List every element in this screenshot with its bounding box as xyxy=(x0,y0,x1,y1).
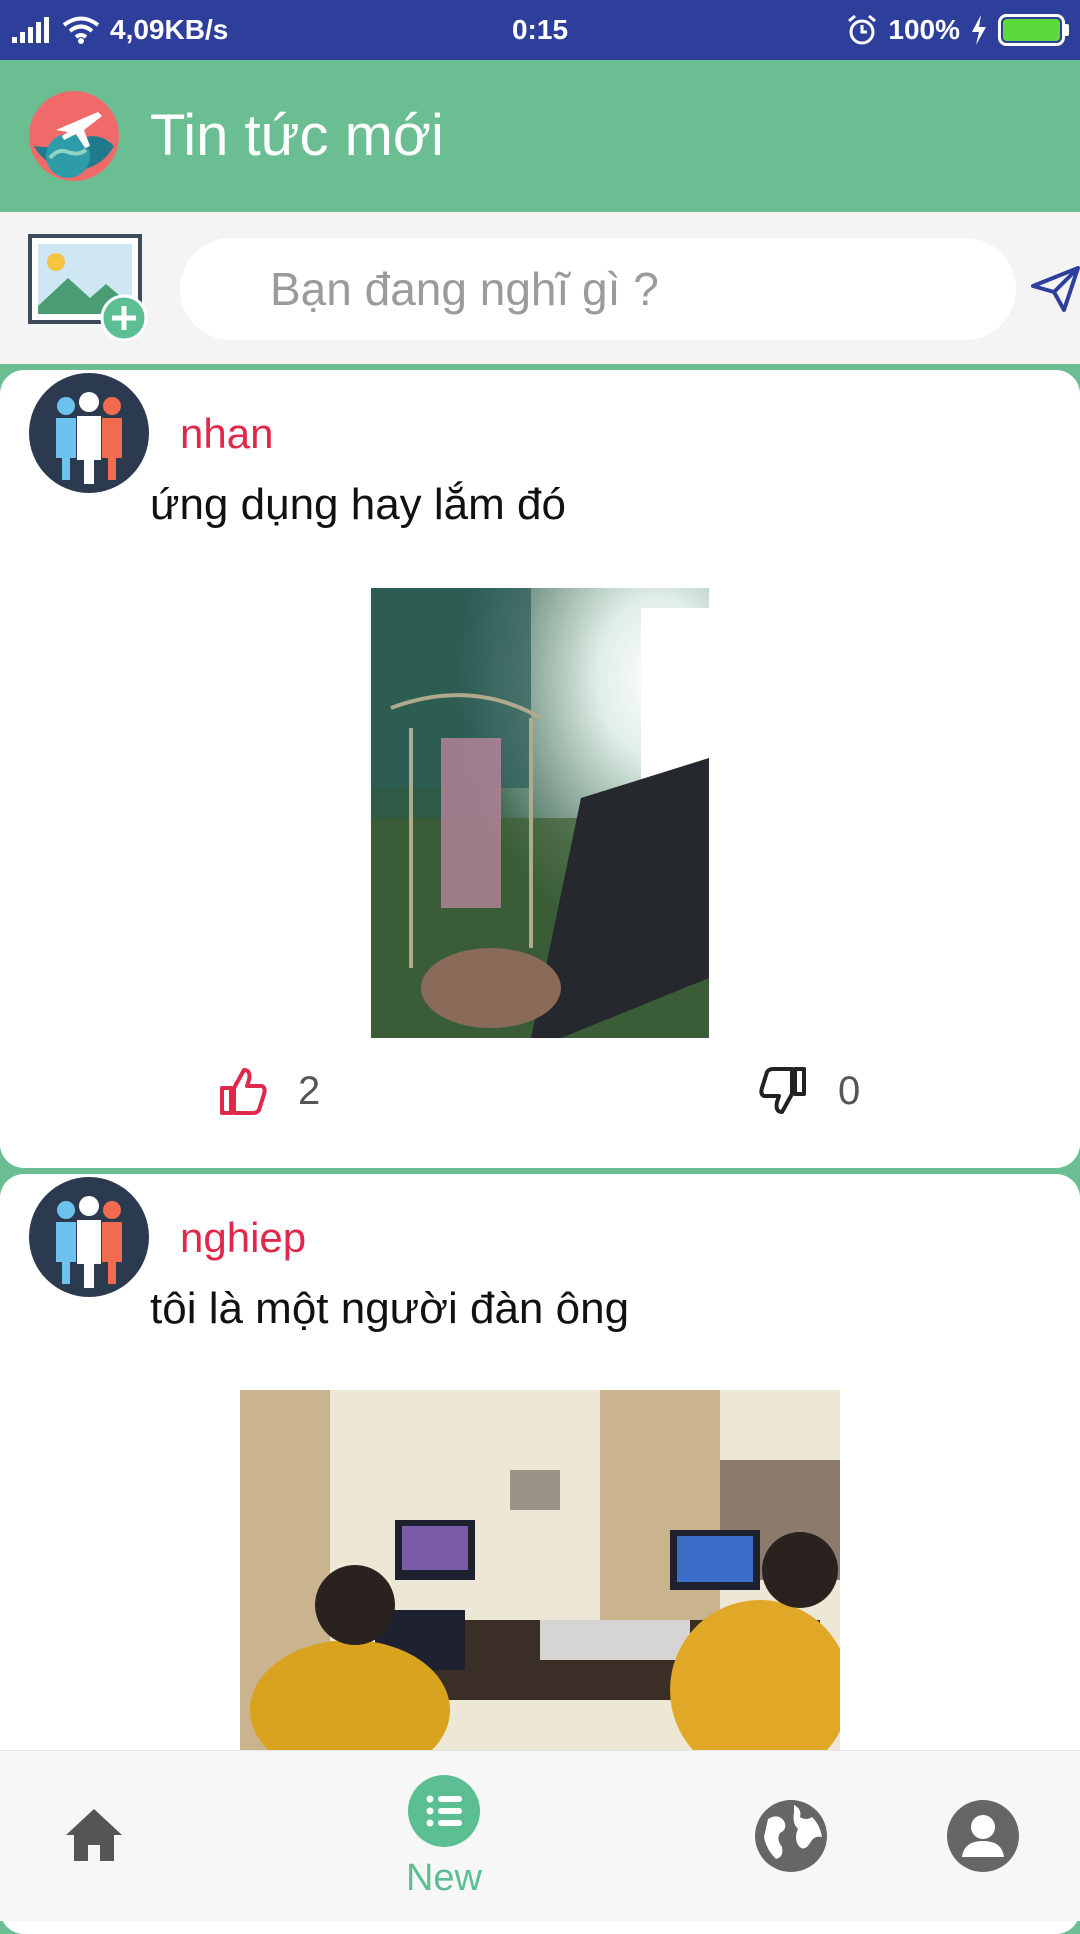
battery-icon xyxy=(998,14,1069,46)
nav-new[interactable]: New xyxy=(394,1775,494,1905)
nav-explore[interactable] xyxy=(754,1799,828,1873)
avatar-group-icon[interactable] xyxy=(28,1176,150,1298)
status-right: 100% xyxy=(846,0,1070,60)
like-control[interactable]: 2 xyxy=(218,1066,320,1116)
post-text: ứng dụng hay lắm đó xyxy=(150,480,566,529)
profile-icon[interactable] xyxy=(946,1799,1020,1873)
post-photo[interactable] xyxy=(240,1390,840,1750)
globe-icon[interactable] xyxy=(754,1799,828,1873)
post-author[interactable]: nhan xyxy=(180,410,273,458)
like-count: 2 xyxy=(298,1068,321,1113)
bottom-nav: New xyxy=(0,1750,1080,1921)
avatar-group-icon[interactable] xyxy=(28,372,150,494)
status-bar: 4,09KB/s 0:15 100% xyxy=(0,0,1080,60)
post-composer xyxy=(0,212,1080,364)
add-photo-icon[interactable] xyxy=(28,234,152,344)
dislike-count: 0 xyxy=(838,1068,861,1113)
post-author[interactable]: nghiep xyxy=(180,1214,306,1262)
list-icon[interactable] xyxy=(408,1775,480,1847)
thumbs-up-icon[interactable] xyxy=(218,1066,268,1116)
home-icon[interactable] xyxy=(64,1807,124,1863)
post-card: nhan ứng dụng hay lắm đó 2 0 xyxy=(0,370,1080,1168)
status-input[interactable] xyxy=(180,238,1016,340)
dislike-control[interactable]: 0 xyxy=(758,1066,860,1116)
app-logo-icon xyxy=(29,91,119,181)
nav-new-label: New xyxy=(405,1857,483,1899)
alarm-icon xyxy=(848,14,877,45)
post-photo[interactable] xyxy=(371,588,709,1038)
send-icon[interactable] xyxy=(1030,264,1080,314)
charging-icon xyxy=(972,15,986,45)
thumbs-down-icon[interactable] xyxy=(758,1066,808,1116)
page-title: Tin tức mới xyxy=(150,103,444,168)
post-text: tôi là một người đàn ông xyxy=(150,1284,630,1333)
nav-profile[interactable] xyxy=(946,1799,1020,1873)
app-bar: Tin tức mới xyxy=(0,60,1080,212)
battery-percent: 100% xyxy=(888,14,960,45)
nav-home[interactable] xyxy=(64,1807,124,1867)
